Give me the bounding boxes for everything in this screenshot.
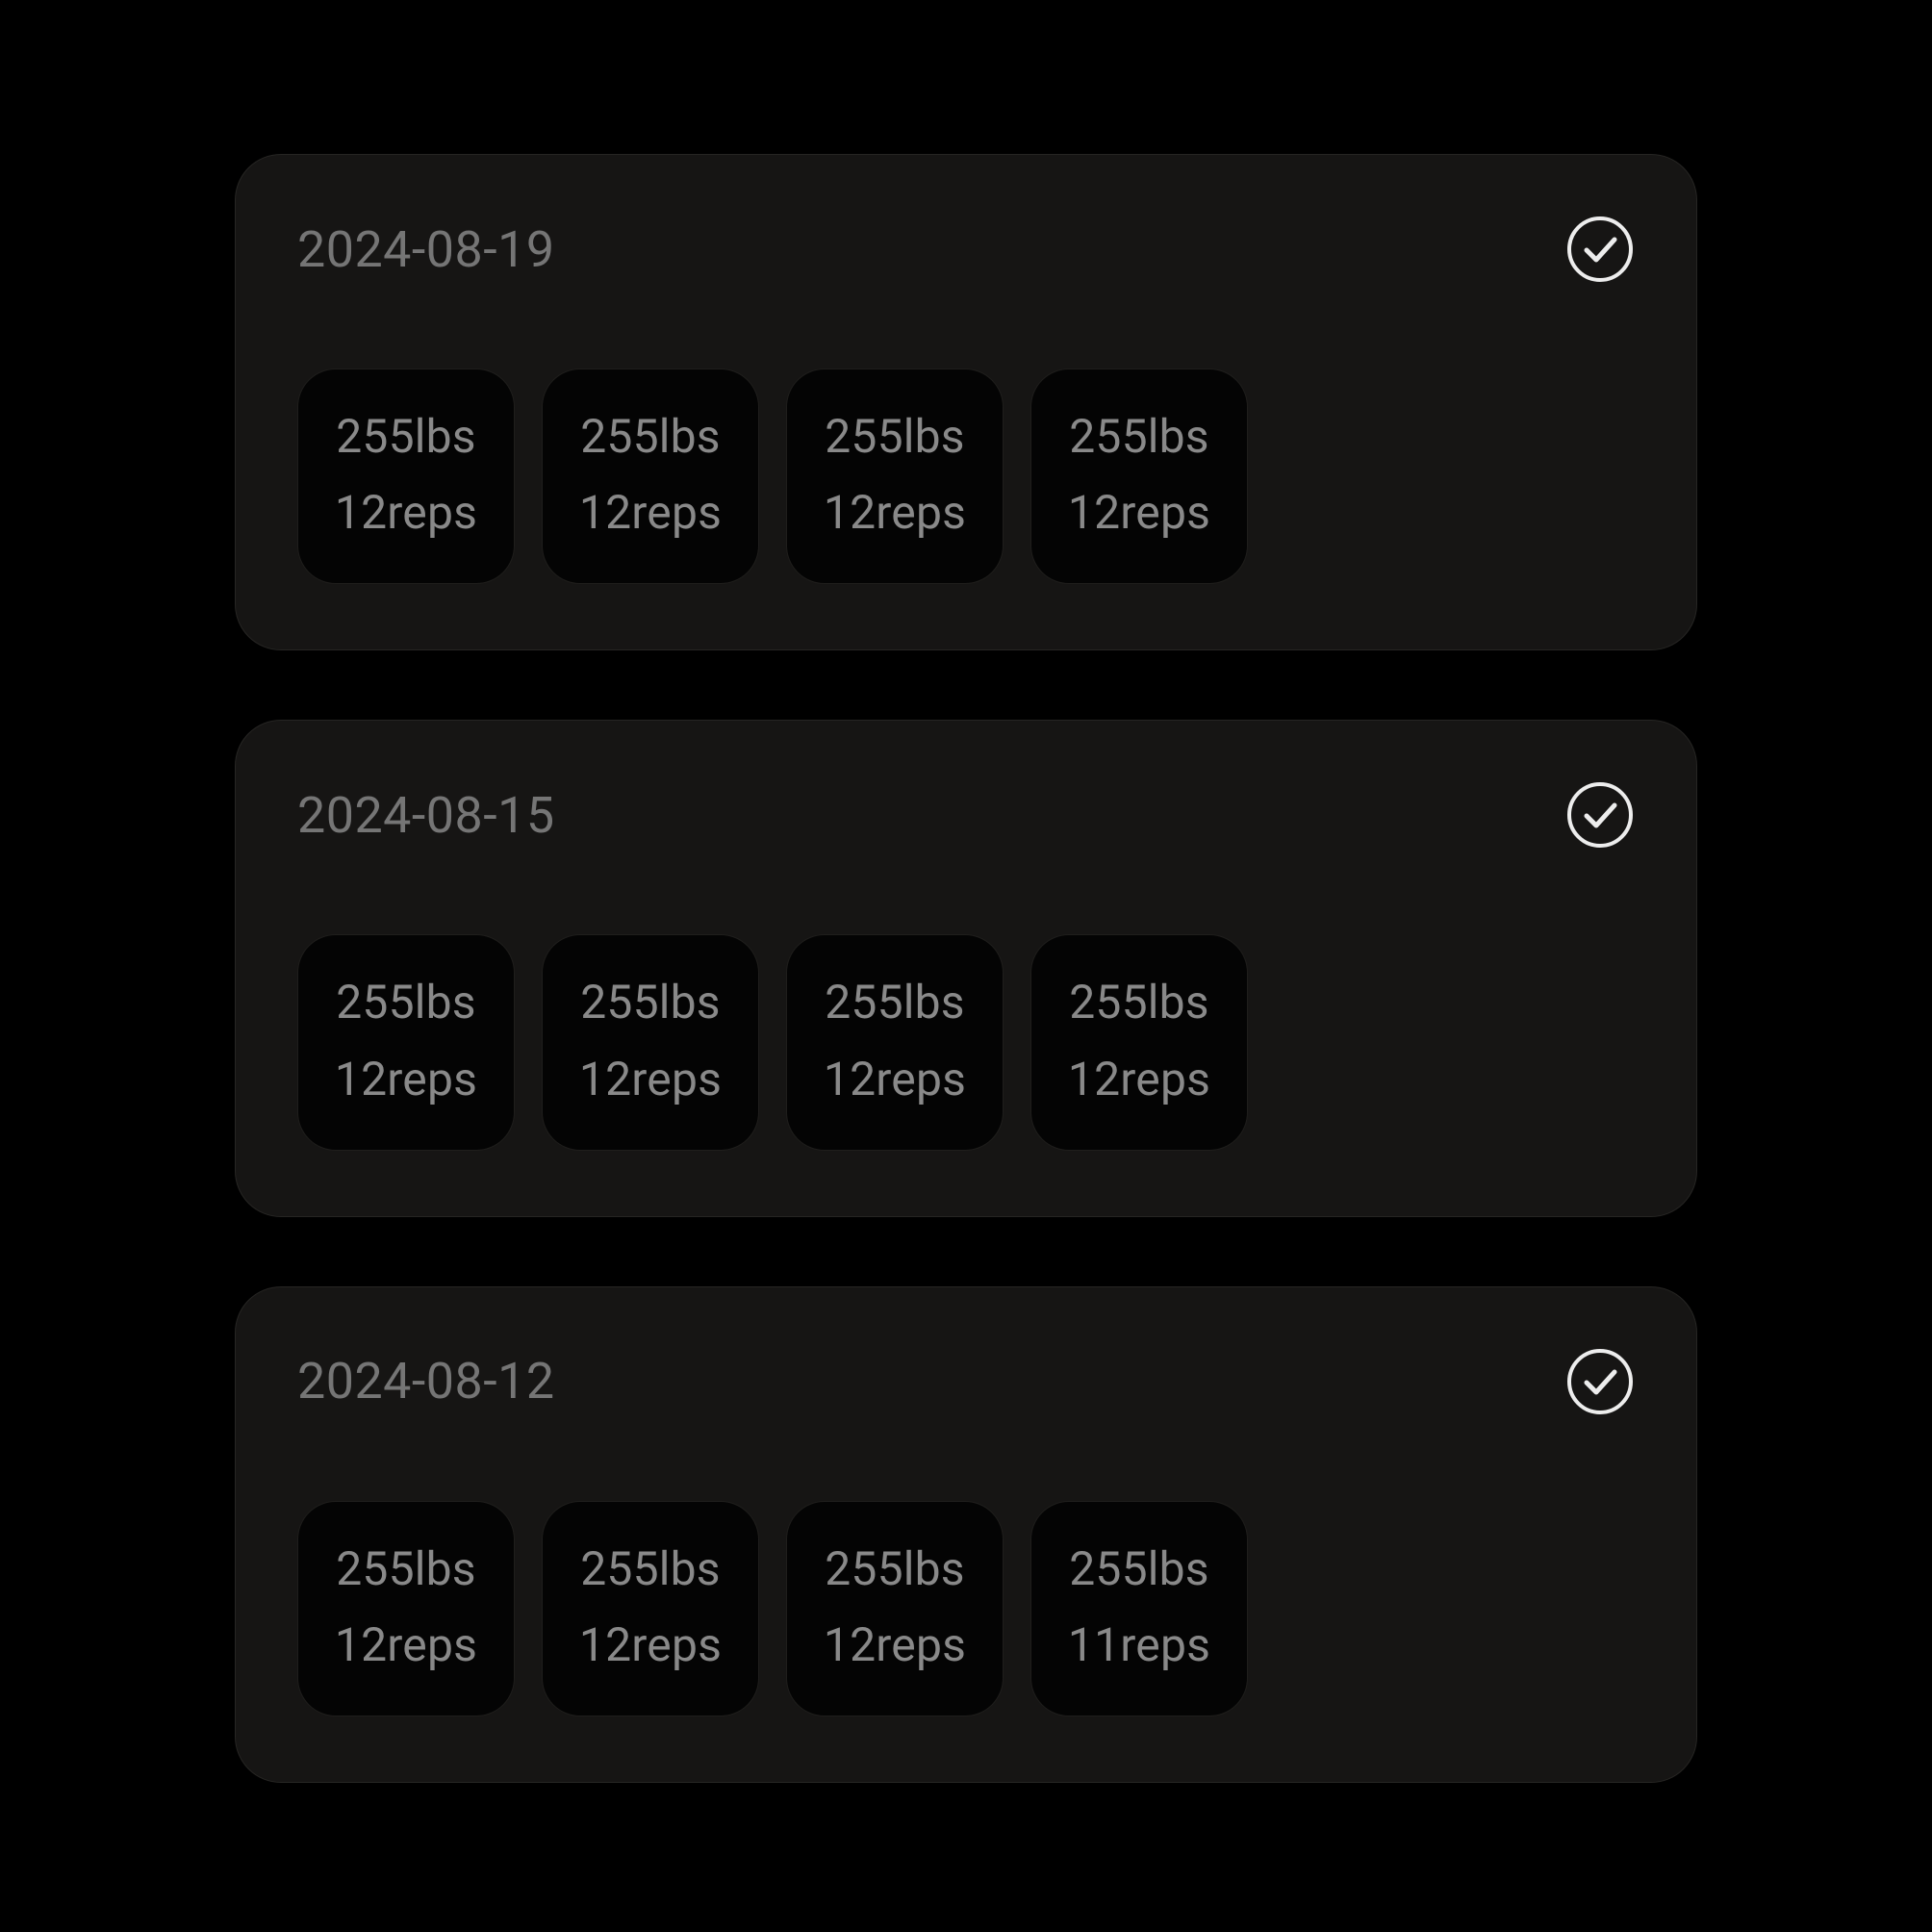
entry-date: 2024-08-15 (297, 786, 555, 845)
set-pill[interactable]: 255lbs 12reps (542, 934, 759, 1150)
checkmark-circle-icon (1565, 780, 1635, 850)
workout-entry-card[interactable]: 2024-08-12 255lbs 12reps 255lbs 12reps 2… (235, 1286, 1697, 1783)
set-weight: 255lbs (580, 1531, 721, 1607)
set-weight: 255lbs (825, 964, 965, 1040)
set-reps: 12reps (579, 1041, 722, 1117)
set-pill[interactable]: 255lbs 12reps (1030, 369, 1248, 584)
set-pill[interactable]: 255lbs 12reps (786, 369, 1004, 584)
set-pill[interactable]: 255lbs 12reps (786, 934, 1004, 1150)
set-pill[interactable]: 255lbs 12reps (542, 1501, 759, 1716)
set-pill[interactable]: 255lbs 12reps (542, 369, 759, 584)
set-reps: 12reps (824, 474, 966, 550)
set-pill[interactable]: 255lbs 12reps (297, 1501, 515, 1716)
set-reps: 12reps (824, 1607, 966, 1683)
set-weight: 255lbs (1069, 398, 1209, 474)
set-pill[interactable]: 255lbs 11reps (1030, 1501, 1248, 1716)
entry-header: 2024-08-12 (297, 1347, 1635, 1416)
set-weight: 255lbs (825, 1531, 965, 1607)
set-weight: 255lbs (336, 398, 476, 474)
set-weight: 255lbs (336, 964, 476, 1040)
set-weight: 255lbs (580, 398, 721, 474)
checkmark-circle-icon (1565, 1347, 1635, 1416)
workout-entry-card[interactable]: 2024-08-19 255lbs 12reps 255lbs 12reps 2… (235, 154, 1697, 650)
set-reps: 11reps (1068, 1607, 1210, 1683)
entry-date: 2024-08-19 (297, 220, 555, 279)
checkmark-circle-icon (1565, 215, 1635, 284)
set-reps: 12reps (824, 1041, 966, 1117)
set-weight: 255lbs (580, 964, 721, 1040)
set-weight: 255lbs (825, 398, 965, 474)
set-reps: 12reps (579, 474, 722, 550)
sets-row: 255lbs 12reps 255lbs 12reps 255lbs 12rep… (297, 1501, 1635, 1716)
set-pill[interactable]: 255lbs 12reps (786, 1501, 1004, 1716)
set-reps: 12reps (335, 1607, 477, 1683)
set-pill[interactable]: 255lbs 12reps (297, 369, 515, 584)
set-weight: 255lbs (1069, 964, 1209, 1040)
set-reps: 12reps (579, 1607, 722, 1683)
sets-row: 255lbs 12reps 255lbs 12reps 255lbs 12rep… (297, 369, 1635, 584)
workout-history-list: 2024-08-19 255lbs 12reps 255lbs 12reps 2… (0, 0, 1932, 1932)
set-reps: 12reps (335, 474, 477, 550)
sets-row: 255lbs 12reps 255lbs 12reps 255lbs 12rep… (297, 934, 1635, 1150)
set-weight: 255lbs (336, 1531, 476, 1607)
set-reps: 12reps (1068, 474, 1210, 550)
workout-entry-card[interactable]: 2024-08-15 255lbs 12reps 255lbs 12reps 2… (235, 720, 1697, 1216)
set-pill[interactable]: 255lbs 12reps (1030, 934, 1248, 1150)
entry-header: 2024-08-19 (297, 215, 1635, 284)
set-weight: 255lbs (1069, 1531, 1209, 1607)
entry-date: 2024-08-12 (297, 1352, 555, 1411)
entry-header: 2024-08-15 (297, 780, 1635, 850)
set-reps: 12reps (335, 1041, 477, 1117)
set-pill[interactable]: 255lbs 12reps (297, 934, 515, 1150)
set-reps: 12reps (1068, 1041, 1210, 1117)
